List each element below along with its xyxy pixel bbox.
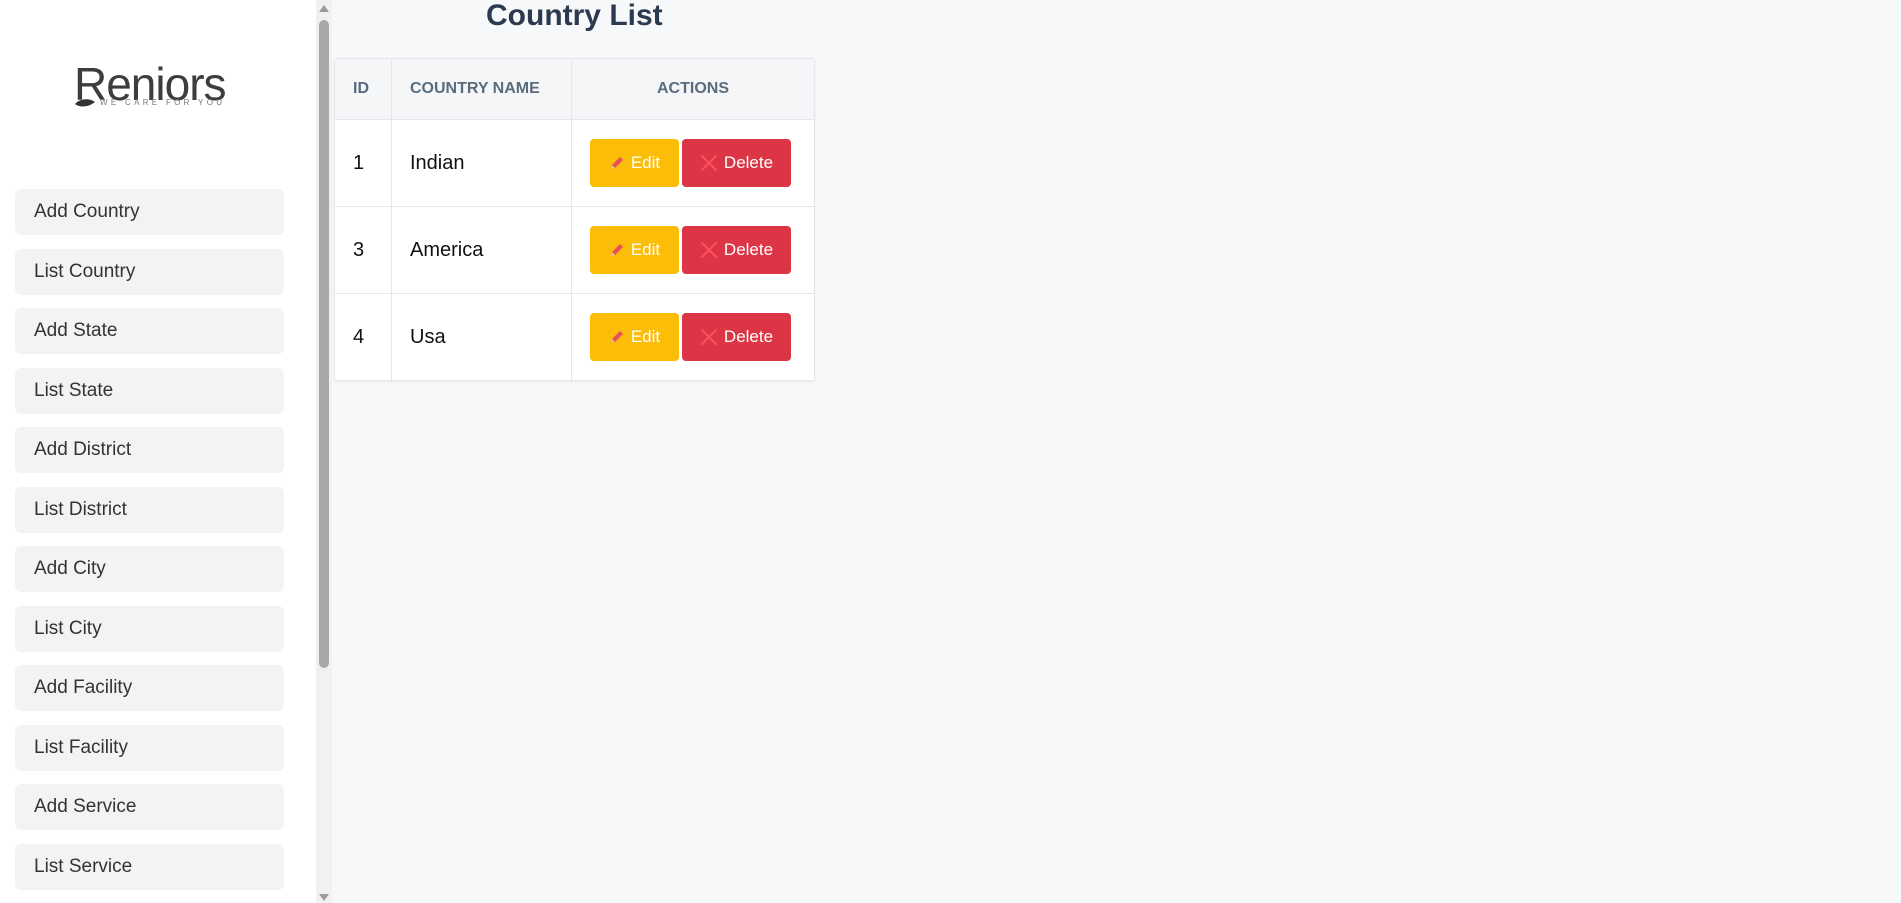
delete-button[interactable]: Delete [682, 226, 791, 274]
edit-label: Edit [630, 240, 661, 259]
pencil-icon [610, 244, 623, 256]
table-row: 1 Indian Edit Delete [335, 119, 814, 207]
sidebar-item-list-district[interactable]: List District [15, 486, 284, 533]
sidebar-item-add-district[interactable]: Add District [15, 427, 284, 473]
sidebar-item-add-service[interactable]: Add Service [15, 784, 284, 830]
delete-label: Delete [723, 153, 774, 172]
sidebar-item-label: List Service [34, 855, 133, 877]
scroll-down-arrow-icon[interactable] [319, 894, 329, 901]
sidebar-item-label: Add District [34, 439, 132, 460]
cell-actions: Edit Delete [571, 206, 814, 294]
delete-label: Delete [723, 240, 774, 259]
sidebar-item-label: List District [34, 498, 127, 520]
sidebar-item-label: Add Country [34, 201, 140, 222]
edit-button[interactable]: Edit [590, 313, 679, 361]
table-row: 3 America Edit Delete [335, 206, 814, 294]
edit-button[interactable]: Edit [590, 226, 679, 274]
sidebar-item-label: Add Service [34, 796, 137, 817]
close-icon [700, 241, 718, 259]
sidebar-item-list-state[interactable]: List State [15, 367, 284, 414]
cell-country-name: America [391, 206, 572, 294]
sidebar-item-list-country[interactable]: List Country [15, 248, 284, 295]
sidebar-item-add-city[interactable]: Add City [15, 546, 284, 592]
column-header-id: ID [335, 59, 392, 120]
sidebar-scrollbar[interactable] [316, 0, 332, 903]
sidebar-item-list-facility[interactable]: List Facility [15, 724, 284, 771]
logo[interactable]: Reniors WE CARE FOR YOU [74, 58, 234, 114]
edit-label: Edit [630, 153, 661, 172]
sidebar-item-label: Add Facility [34, 677, 133, 698]
close-icon [700, 328, 718, 346]
cell-id: 3 [335, 206, 392, 294]
sidebar-item-label: List Country [34, 260, 136, 282]
pencil-icon [610, 157, 623, 169]
table-row: 4 Usa Edit Delete [335, 293, 815, 381]
scroll-up-arrow-icon[interactable] [319, 5, 329, 12]
delete-button[interactable]: Delete [682, 313, 791, 361]
delete-label: Delete [723, 327, 774, 346]
country-table: ID COUNTRY NAME ACTIONS 1 Indian Edit De… [334, 58, 815, 381]
pencil-icon [610, 331, 623, 343]
cell-country-name: Indian [391, 119, 572, 207]
cell-id: 1 [335, 119, 392, 207]
leaf-icon [75, 99, 95, 107]
page-title: Country List [486, 0, 663, 32]
cell-country-name: Usa [391, 293, 572, 380]
sidebar: Reniors WE CARE FOR YOU Add Country List… [0, 0, 316, 903]
scrollbar-thumb[interactable] [319, 20, 329, 668]
sidebar-item-list-city[interactable]: List City [15, 605, 284, 652]
delete-button[interactable]: Delete [682, 139, 791, 187]
close-icon [700, 154, 718, 172]
column-header-actions: ACTIONS [571, 59, 814, 120]
column-header-country-name: COUNTRY NAME [391, 59, 572, 120]
sidebar-item-add-state[interactable]: Add State [15, 308, 284, 354]
cell-actions: Edit Delete [572, 294, 815, 381]
sidebar-item-label: List Facility [34, 736, 128, 758]
edit-label: Edit [630, 327, 661, 346]
sidebar-item-label: Add State [34, 320, 118, 341]
cell-id: 4 [335, 293, 392, 380]
table-header-row: ID COUNTRY NAME ACTIONS [335, 59, 814, 120]
cell-actions: Edit Delete [571, 119, 814, 207]
sidebar-item-label: List City [34, 617, 102, 639]
sidebar-item-label: List State [34, 379, 114, 401]
sidebar-nav: Add Country List Country Add State List … [15, 189, 284, 903]
sidebar-item-list-service[interactable]: List Service [15, 843, 284, 890]
edit-button[interactable]: Edit [590, 139, 679, 187]
sidebar-item-add-facility[interactable]: Add Facility [15, 665, 284, 711]
sidebar-item-label: Add City [34, 558, 106, 579]
logo-tagline: WE CARE FOR YOU [100, 98, 226, 107]
sidebar-item-add-country[interactable]: Add Country [15, 189, 284, 235]
